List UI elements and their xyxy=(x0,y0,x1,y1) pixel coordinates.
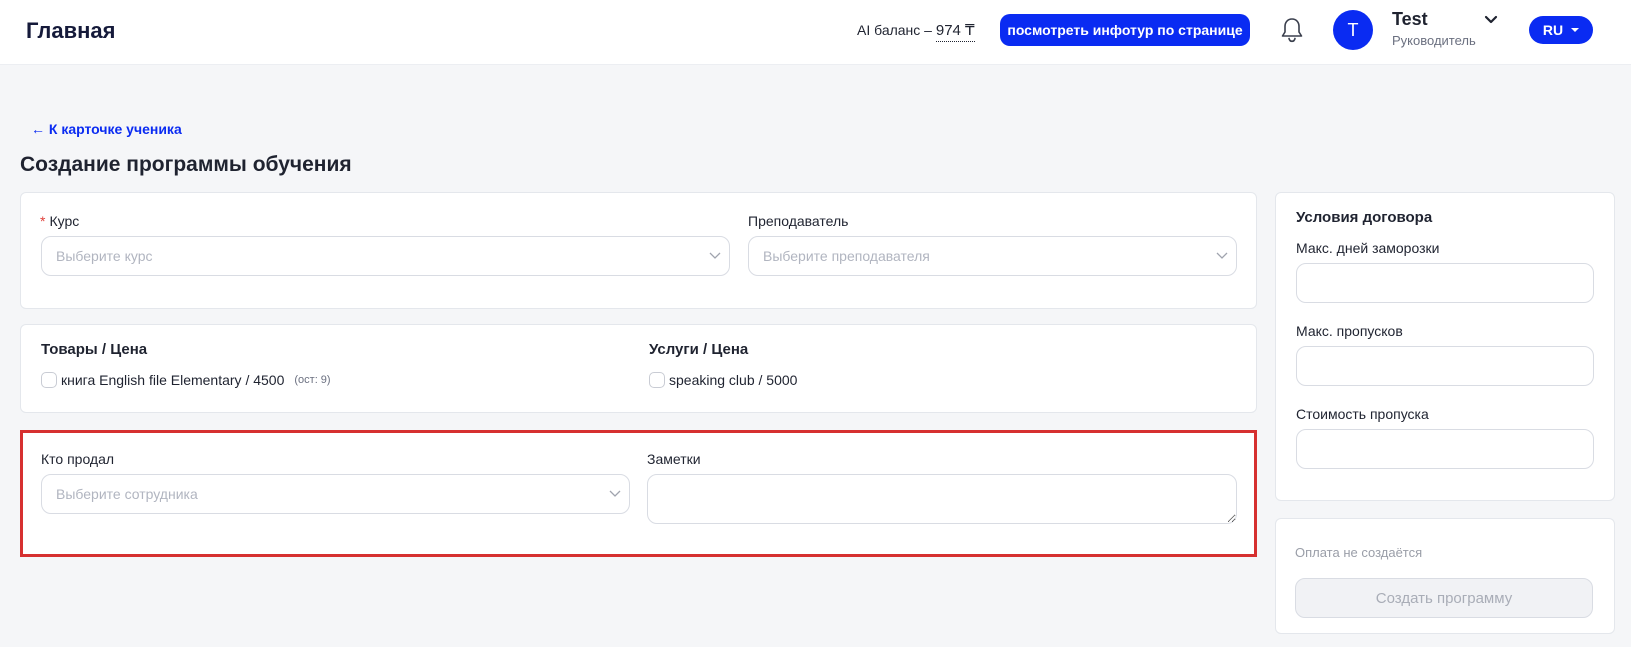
teacher-select[interactable]: Выберите преподавателя xyxy=(748,236,1237,276)
goods-title: Товары / Цена xyxy=(41,341,148,358)
chevron-down-icon xyxy=(609,490,621,497)
avatar[interactable]: T xyxy=(1333,10,1373,50)
contract-card: Условия договора Макс. дней заморозки Ма… xyxy=(1275,192,1615,501)
goods-services-card: Товары / Цена книга English file Element… xyxy=(20,324,1257,413)
chevron-down-icon xyxy=(709,252,721,259)
ai-balance-label: AI баланс – xyxy=(857,22,932,38)
goods-item-checkbox[interactable] xyxy=(41,372,57,388)
ai-balance: AI баланс – 974 ₸ xyxy=(857,21,975,42)
course-select[interactable]: Выберите курс xyxy=(41,236,730,276)
user-name[interactable]: Test xyxy=(1392,9,1428,30)
course-card: * Курс Выберите курс Преподаватель Выбери… xyxy=(20,192,1257,309)
chevron-down-icon xyxy=(1216,252,1228,259)
seller-label: Кто продал xyxy=(41,451,115,467)
course-label: * Курс xyxy=(40,213,80,229)
max-absences-label: Макс. пропусков xyxy=(1296,323,1403,339)
absence-cost-label: Стоимость пропуска xyxy=(1296,406,1429,422)
seller-notes-card: Кто продал Выберите сотрудника Заметки xyxy=(20,430,1257,557)
teacher-label: Преподаватель xyxy=(748,213,849,229)
max-freeze-days-label: Макс. дней заморозки xyxy=(1296,240,1440,256)
create-program-button[interactable]: Создать программу xyxy=(1295,578,1593,618)
goods-item-label: книга English file Elementary / 4500 xyxy=(61,372,285,388)
language-label: RU xyxy=(1542,22,1564,38)
caret-down-icon xyxy=(1571,28,1580,32)
top-bar: Главная AI баланс – 974 ₸ посмотреть инф… xyxy=(0,0,1631,65)
services-title: Услуги / Цена xyxy=(649,341,749,358)
info-tour-button[interactable]: посмотреть инфотур по странице xyxy=(1000,14,1250,46)
contract-title: Условия договора xyxy=(1296,209,1433,226)
bell-icon[interactable] xyxy=(1279,16,1305,44)
max-freeze-days-input[interactable] xyxy=(1296,263,1594,303)
ai-balance-amount[interactable]: 974 ₸ xyxy=(935,22,975,42)
back-to-student-card-link[interactable]: ← К карточке ученика xyxy=(31,121,182,137)
payment-note: Оплата не создаётся xyxy=(1295,545,1423,560)
services-item-label: speaking club / 5000 xyxy=(669,372,798,388)
notes-label: Заметки xyxy=(647,451,701,467)
form-title: Создание программы обучения xyxy=(20,153,352,176)
services-item-checkbox[interactable] xyxy=(649,372,665,388)
absence-cost-input[interactable] xyxy=(1296,429,1594,469)
goods-item-stock: (ост: 9) xyxy=(294,374,331,386)
seller-select[interactable]: Выберите сотрудника xyxy=(41,474,630,514)
language-selector[interactable]: RU xyxy=(1529,16,1593,44)
chevron-down-icon[interactable] xyxy=(1484,13,1498,25)
required-mark: * xyxy=(40,213,46,229)
teacher-placeholder: Выберите преподавателя xyxy=(763,248,930,264)
max-absences-input[interactable] xyxy=(1296,346,1594,386)
page-heading[interactable]: Главная xyxy=(26,18,115,44)
notes-textarea[interactable] xyxy=(647,474,1237,524)
services-item[interactable]: speaking club / 5000 xyxy=(649,372,797,388)
goods-item[interactable]: книга English file Elementary / 4500 (ос… xyxy=(41,372,331,388)
course-placeholder: Выберите курс xyxy=(56,248,153,264)
seller-placeholder: Выберите сотрудника xyxy=(56,486,198,502)
user-role: Руководитель xyxy=(1392,33,1476,48)
